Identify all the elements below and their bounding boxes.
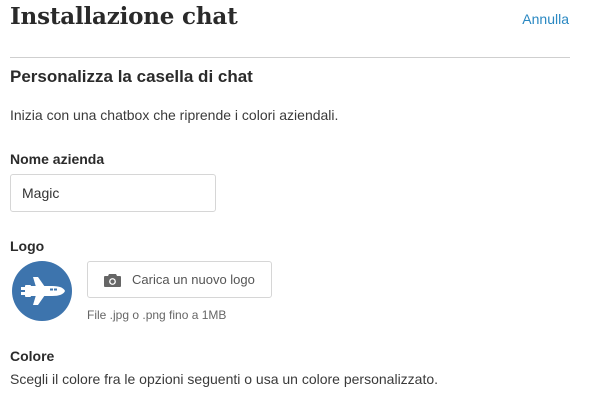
- page-title: Installazione chat: [10, 3, 238, 30]
- company-name-input[interactable]: [10, 174, 216, 212]
- header-divider: [10, 57, 570, 58]
- color-label: Colore: [10, 348, 55, 364]
- cancel-link[interactable]: Annulla: [522, 11, 569, 27]
- file-hint: File .jpg o .png fino a 1MB: [87, 308, 227, 322]
- logo-label: Logo: [10, 238, 45, 254]
- section-title: Personalizza la casella di chat: [10, 67, 253, 86]
- color-description: Scegli il colore fra le opzioni seguenti…: [10, 371, 439, 387]
- section-description: Inizia con una chatbox che riprende i co…: [10, 107, 339, 123]
- company-name-label: Nome azienda: [10, 151, 105, 167]
- logo-preview: [12, 261, 72, 321]
- space-shuttle-icon: [21, 277, 65, 305]
- upload-logo-label: Carica un nuovo logo: [132, 272, 255, 287]
- upload-logo-button[interactable]: Carica un nuovo logo: [87, 261, 272, 298]
- camera-icon: [104, 273, 121, 287]
